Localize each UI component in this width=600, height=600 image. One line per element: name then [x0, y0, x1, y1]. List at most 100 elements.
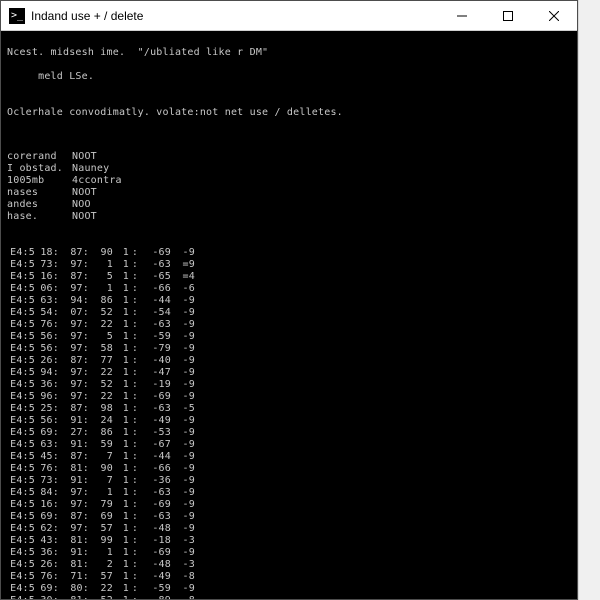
data-cell: 52: [89, 595, 113, 599]
data-cell: E4:5: [7, 379, 35, 391]
row-separator: :: [129, 595, 141, 599]
row-separator: :: [129, 247, 141, 259]
data-cell: 76:: [35, 571, 59, 583]
row-separator: :: [129, 259, 141, 271]
maximize-button[interactable]: [485, 1, 531, 30]
data-cell: -49: [141, 571, 171, 583]
data-cell: -9: [171, 391, 195, 403]
header-row: I obstad.Nauney: [7, 163, 571, 175]
data-cell: 1: [89, 547, 113, 559]
data-cell: -40: [141, 355, 171, 367]
data-cell: 1: [113, 583, 129, 595]
row-separator: :: [129, 475, 141, 487]
data-cell: E4:5: [7, 259, 35, 271]
data-cell: 52: [89, 307, 113, 319]
data-cell: -9: [171, 331, 195, 343]
data-cell: 1: [113, 439, 129, 451]
data-cell: 86: [89, 427, 113, 439]
data-cell: E4:5: [7, 403, 35, 415]
data-cell: 94:: [35, 367, 59, 379]
data-row: E4:596:97:221:-69-9: [7, 391, 571, 403]
data-cell: 36:: [35, 379, 59, 391]
data-cell: 90: [89, 463, 113, 475]
data-cell: 1: [113, 463, 129, 475]
titlebar[interactable]: >_ Indand use + / delete: [1, 1, 577, 31]
data-cell: 1: [113, 523, 129, 535]
data-row: E4:563:94:861:-44-9: [7, 295, 571, 307]
data-cell: E4:5: [7, 595, 35, 599]
data-row: E4:556:91:241:-49-9: [7, 415, 571, 427]
data-row: E4:516:87:51:-65=4: [7, 271, 571, 283]
data-row: E4:573:91:71:-36-9: [7, 475, 571, 487]
header-val: NOOT: [72, 187, 97, 199]
data-cell: 54:: [35, 307, 59, 319]
data-cell: 1: [113, 307, 129, 319]
data-cell: 1: [113, 355, 129, 367]
data-cell: 58: [89, 343, 113, 355]
header-val: 4ccontra: [72, 175, 122, 187]
data-cell: 90: [89, 247, 113, 259]
data-cell: 87:: [59, 451, 89, 463]
data-cell: 96:: [35, 391, 59, 403]
row-separator: :: [129, 319, 141, 331]
data-row: E4:516:97:791:-69-9: [7, 499, 571, 511]
data-cell: 16:: [35, 499, 59, 511]
data-cell: -9: [171, 475, 195, 487]
data-cell: E4:5: [7, 583, 35, 595]
minimize-button[interactable]: [439, 1, 485, 30]
data-cell: -49: [141, 415, 171, 427]
data-cell: -89: [141, 595, 171, 599]
row-separator: :: [129, 331, 141, 343]
data-cell: 18:: [35, 247, 59, 259]
data-cell: -9: [171, 487, 195, 499]
data-cell: E4:5: [7, 559, 35, 571]
data-cell: -59: [141, 583, 171, 595]
data-cell: -59: [141, 331, 171, 343]
data-cell: 91:: [59, 547, 89, 559]
header-row: hase.NOOT: [7, 211, 571, 223]
header-val: NOOT: [72, 211, 97, 223]
scroll-gutter: [578, 0, 600, 600]
data-cell: E4:5: [7, 247, 35, 259]
header-key: andes: [7, 199, 72, 211]
header-val: NOOT: [72, 151, 97, 163]
data-cell: 91:: [59, 415, 89, 427]
header-val: Nauney: [72, 163, 109, 175]
header-row: andesNOO: [7, 199, 571, 211]
data-cell: E4:5: [7, 271, 35, 283]
header-val: NOO: [72, 199, 91, 211]
data-cell: -69: [141, 547, 171, 559]
data-cell: 71:: [59, 571, 89, 583]
data-cell: -9: [171, 343, 195, 355]
window-title: Indand use + / delete: [31, 9, 439, 23]
row-separator: :: [129, 343, 141, 355]
data-row: E4:594:97:221:-47-9: [7, 367, 571, 379]
data-cell: -9: [171, 295, 195, 307]
header-row: corerandNOOT: [7, 151, 571, 163]
data-cell: -36: [141, 475, 171, 487]
data-cell: 5: [89, 331, 113, 343]
data-cell: 1: [113, 571, 129, 583]
row-separator: :: [129, 355, 141, 367]
header-block: corerandNOOTI obstad.Nauney1005mb4ccontr…: [7, 151, 571, 223]
data-cell: E4:5: [7, 499, 35, 511]
data-cell: -9: [171, 547, 195, 559]
close-button[interactable]: [531, 1, 577, 30]
data-cell: 81:: [59, 559, 89, 571]
data-cell: E4:5: [7, 511, 35, 523]
data-row: E4:543:81:991:-18-3: [7, 535, 571, 547]
data-cell: 52: [89, 379, 113, 391]
console-output[interactable]: Ncest. midsesh ime. "/ubliated like r DM…: [1, 31, 577, 599]
data-row: E4:545:87:71:-44-9: [7, 451, 571, 463]
header-key: 1005mb: [7, 175, 72, 187]
data-row: E4:506:97:11:-66-6: [7, 283, 571, 295]
data-cell: -8: [171, 595, 195, 599]
data-cell: 1: [113, 391, 129, 403]
data-cell: 1: [113, 595, 129, 599]
app-icon: >_: [9, 8, 25, 24]
data-block: E4:518:87:901:-69-9E4:573:97:11:-63=9E4:…: [7, 247, 571, 599]
data-cell: 22: [89, 367, 113, 379]
row-separator: :: [129, 403, 141, 415]
row-separator: :: [129, 271, 141, 283]
data-cell: 97:: [59, 367, 89, 379]
